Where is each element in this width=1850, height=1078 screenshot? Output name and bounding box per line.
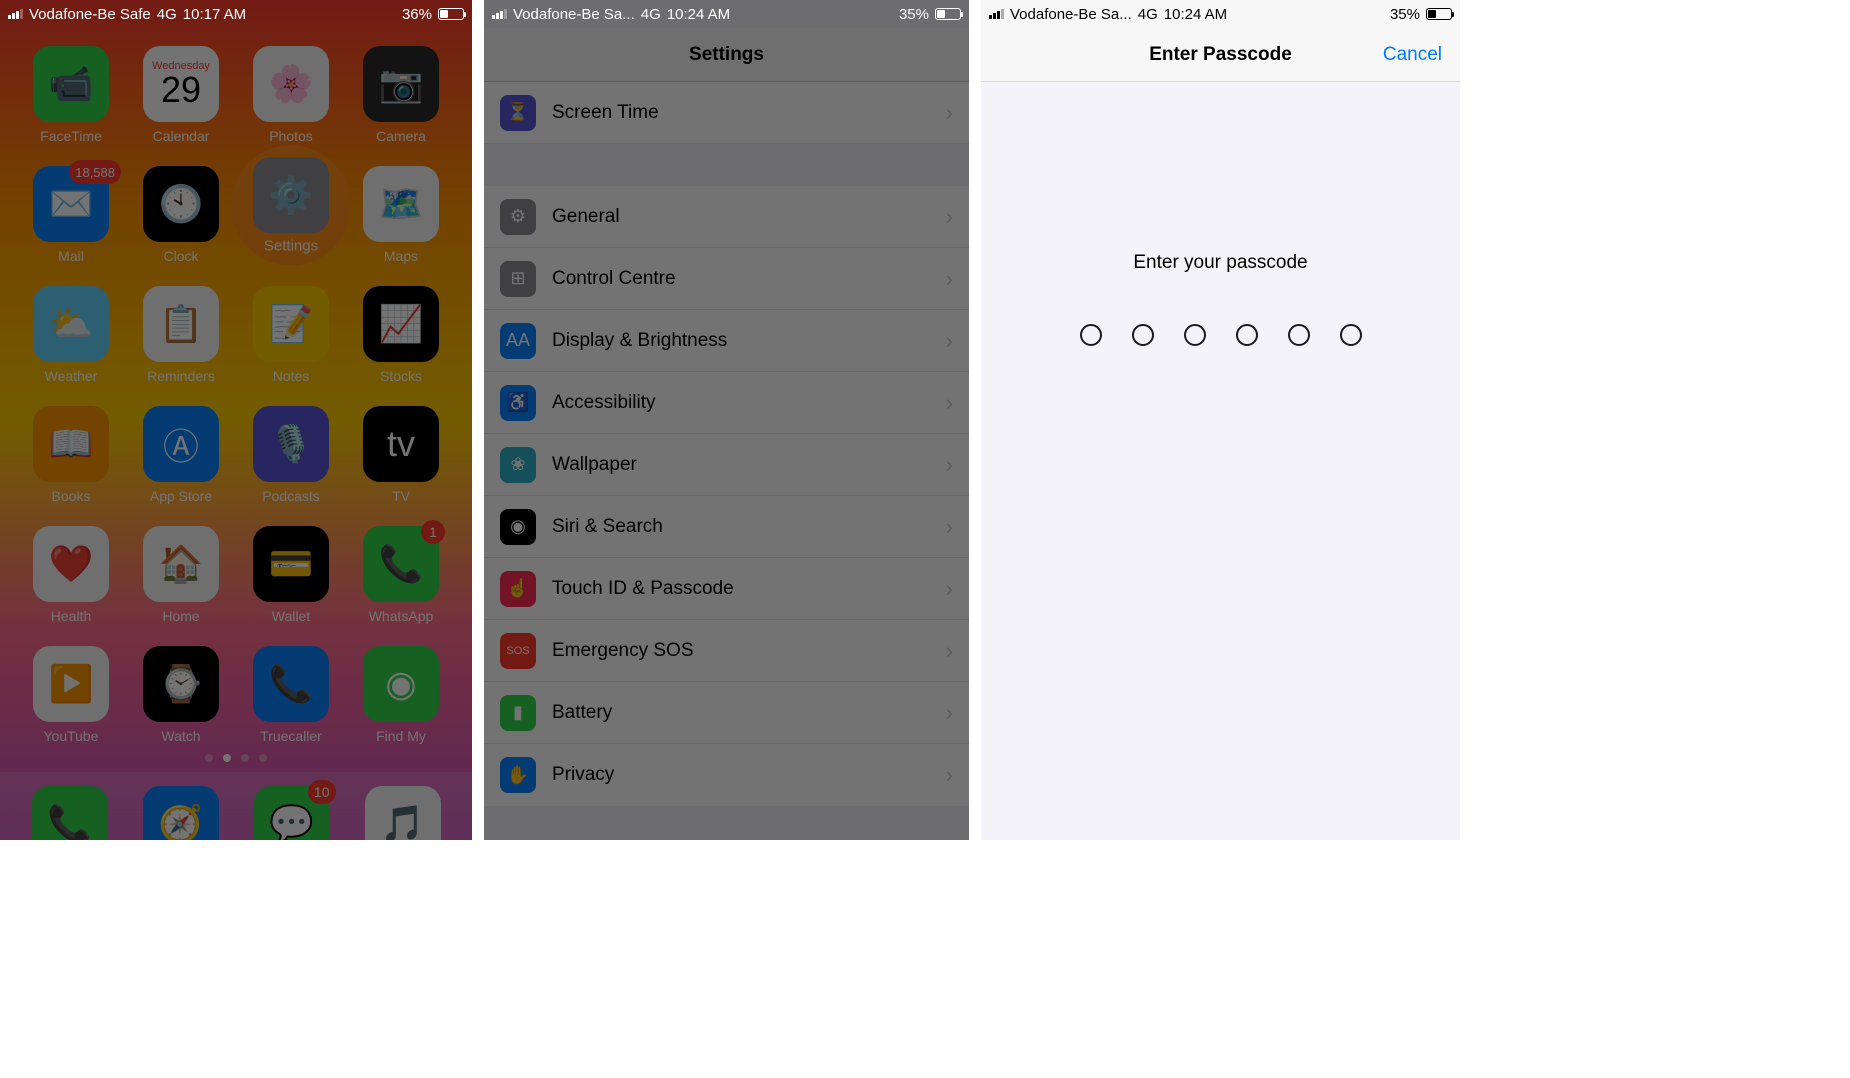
row-label: General xyxy=(552,206,620,228)
carrier-label: Vodafone-Be Sa... xyxy=(513,6,635,23)
row-label: Privacy xyxy=(552,764,614,786)
chevron-right-icon: › xyxy=(946,100,953,126)
row-label: Emergency SOS xyxy=(552,640,694,662)
chevron-right-icon: › xyxy=(946,452,953,478)
settings-row-battery[interactable]: ▮ Battery › xyxy=(484,682,969,744)
battery-label: 35% xyxy=(899,6,929,23)
chevron-right-icon: › xyxy=(946,390,953,416)
row-icon: ⊞ xyxy=(500,261,536,297)
settings-row-control-centre[interactable]: ⊞ Control Centre › xyxy=(484,248,969,310)
time-label: 10:17 AM xyxy=(183,6,246,23)
signal-icon xyxy=(492,9,507,19)
settings-row-accessibility[interactable]: ♿ Accessibility › xyxy=(484,372,969,434)
chevron-right-icon: › xyxy=(946,266,953,292)
settings-row-emergency-sos[interactable]: SOS Emergency SOS › xyxy=(484,620,969,682)
passcode-dot xyxy=(1236,324,1258,346)
row-label: Touch ID & Passcode xyxy=(552,578,734,600)
passcode-dot xyxy=(1288,324,1310,346)
chevron-right-icon: › xyxy=(946,514,953,540)
chevron-right-icon: › xyxy=(946,204,953,230)
row-icon: ☝ xyxy=(500,571,536,607)
passcode-prompt: Enter your passcode xyxy=(1133,252,1307,274)
row-label: Battery xyxy=(552,702,612,724)
settings-row-siri-search[interactable]: ◉ Siri & Search › xyxy=(484,496,969,558)
passcode-screen: Vodafone-Be Sa... 4G 10:24 AM 35% Enter … xyxy=(981,0,1460,840)
chevron-right-icon: › xyxy=(946,328,953,354)
nav-bar: Enter Passcode Cancel xyxy=(981,28,1460,82)
network-label: 4G xyxy=(641,6,661,23)
row-icon: ▮ xyxy=(500,695,536,731)
settings-list: ⏳Screen Time›⚙General›⊞Control Centre›AA… xyxy=(484,82,969,806)
row-icon: ♿ xyxy=(500,385,536,421)
row-label: Wallpaper xyxy=(552,454,637,476)
settings-row-touch-id-passcode[interactable]: ☝ Touch ID & Passcode › xyxy=(484,558,969,620)
chevron-right-icon: › xyxy=(946,700,953,726)
battery-icon xyxy=(1426,8,1452,20)
passcode-dots xyxy=(1080,324,1362,346)
row-icon: ◉ xyxy=(500,509,536,545)
row-icon: ⏳ xyxy=(500,95,536,131)
settings-screen: Vodafone-Be Sa... 4G 10:24 AM 35% Settin… xyxy=(484,0,969,840)
cancel-button[interactable]: Cancel xyxy=(1383,44,1442,66)
settings-row-general[interactable]: ⚙ General › xyxy=(484,186,969,248)
chevron-right-icon: › xyxy=(946,638,953,664)
status-bar: Vodafone-Be Sa... 4G 10:24 AM 35% xyxy=(981,0,1460,28)
row-label: Siri & Search xyxy=(552,516,663,538)
passcode-dot xyxy=(1340,324,1362,346)
signal-icon xyxy=(989,9,1004,19)
home-screen: Vodafone-Be Safe 4G 10:17 AM 36% 📹FaceTi… xyxy=(0,0,472,840)
status-bar: Vodafone-Be Sa... 4G 10:24 AM 35% xyxy=(484,0,969,28)
row-icon: SOS xyxy=(500,633,536,669)
passcode-dot xyxy=(1132,324,1154,346)
row-icon: ✋ xyxy=(500,757,536,793)
battery-label: 36% xyxy=(402,6,432,23)
settings-row-display-brightness[interactable]: AA Display & Brightness › xyxy=(484,310,969,372)
row-label: Screen Time xyxy=(552,102,659,124)
status-bar: Vodafone-Be Safe 4G 10:17 AM 36% xyxy=(0,0,472,28)
carrier-label: Vodafone-Be Safe xyxy=(29,6,151,23)
chevron-right-icon: › xyxy=(946,576,953,602)
time-label: 10:24 AM xyxy=(1164,6,1227,23)
settings-row-privacy[interactable]: ✋ Privacy › xyxy=(484,744,969,806)
row-icon: AA xyxy=(500,323,536,359)
chevron-right-icon: › xyxy=(946,762,953,788)
signal-icon xyxy=(8,9,23,19)
battery-icon xyxy=(438,8,464,20)
network-label: 4G xyxy=(157,6,177,23)
settings-row-screen-time[interactable]: ⏳ Screen Time › xyxy=(484,82,969,144)
passcode-dot xyxy=(1080,324,1102,346)
battery-label: 35% xyxy=(1390,6,1420,23)
network-label: 4G xyxy=(1138,6,1158,23)
page-title: Enter Passcode xyxy=(1149,44,1292,66)
page-title: Settings xyxy=(484,28,969,82)
carrier-label: Vodafone-Be Sa... xyxy=(1010,6,1132,23)
row-label: Control Centre xyxy=(552,268,676,290)
time-label: 10:24 AM xyxy=(667,6,730,23)
row-label: Display & Brightness xyxy=(552,330,727,352)
row-label: Accessibility xyxy=(552,392,655,414)
settings-row-wallpaper[interactable]: ❀ Wallpaper › xyxy=(484,434,969,496)
row-icon: ❀ xyxy=(500,447,536,483)
battery-icon xyxy=(935,8,961,20)
passcode-dot xyxy=(1184,324,1206,346)
row-icon: ⚙ xyxy=(500,199,536,235)
